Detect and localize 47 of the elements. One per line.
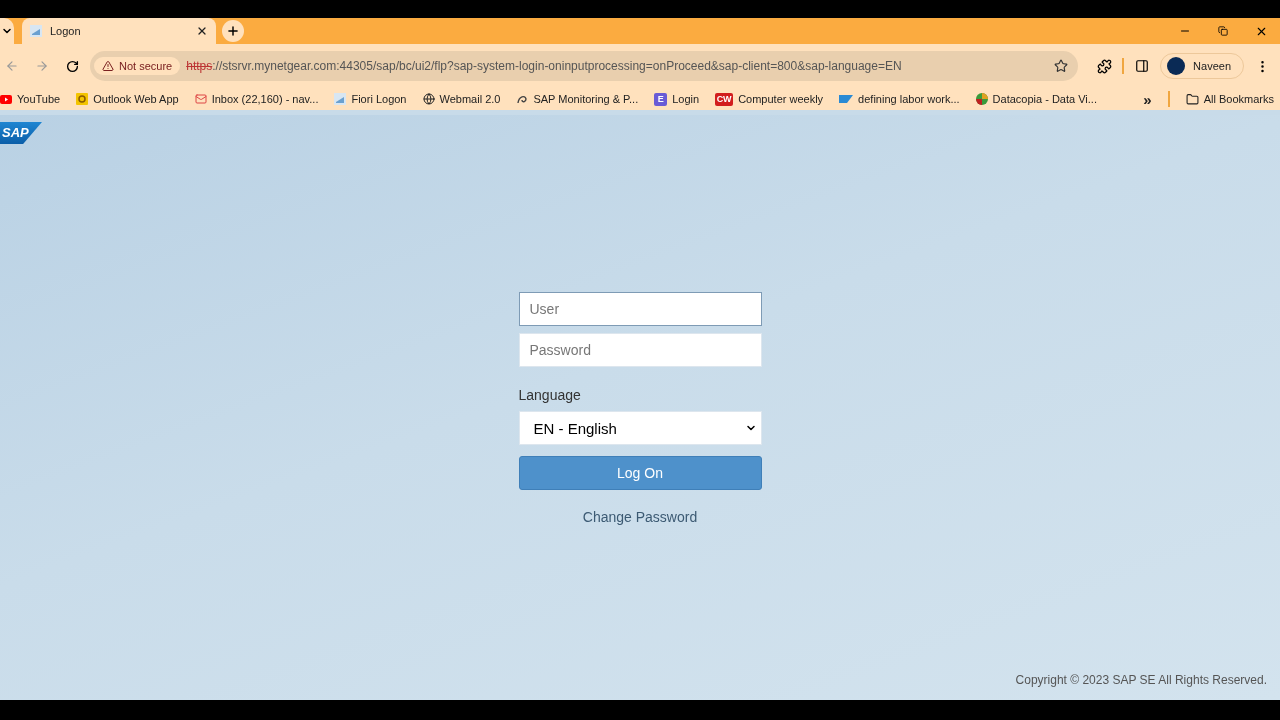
restore-icon[interactable] xyxy=(1218,26,1228,36)
security-chip[interactable]: Not secure xyxy=(94,57,181,75)
globe-icon xyxy=(422,93,435,105)
mail-icon xyxy=(194,93,207,105)
mail-app-icon xyxy=(76,93,89,105)
change-password-link[interactable]: Change Password xyxy=(518,509,762,525)
letter-icon: CW xyxy=(715,92,734,106)
user-field[interactable]: User xyxy=(518,292,762,326)
warning-icon xyxy=(102,60,114,72)
close-icon[interactable] xyxy=(196,25,208,37)
bookmark[interactable]: Outlook Web App xyxy=(76,93,179,105)
bookmark[interactable]: YouTube xyxy=(0,93,61,105)
circle-icon xyxy=(975,93,988,105)
tab-search-button[interactable] xyxy=(0,18,14,44)
logo: SAP xyxy=(0,122,42,144)
language-label: Language xyxy=(518,387,582,403)
puzzle-icon[interactable] xyxy=(1096,58,1112,74)
avatar-icon xyxy=(1167,57,1186,75)
page-icon xyxy=(334,93,347,105)
new-tab-button[interactable] xyxy=(222,20,244,42)
all-bookmarks-button[interactable]: All Bookmarks xyxy=(1185,92,1274,106)
password-field[interactable]: Password xyxy=(518,333,762,367)
play-icon xyxy=(0,94,12,104)
bookmark[interactable]: defining labor work... xyxy=(839,93,960,105)
bookmark[interactable]: E Login xyxy=(654,92,700,106)
side-panel-icon[interactable] xyxy=(1135,59,1150,73)
address-bar[interactable]: Not secure https://stsrvr.mynetgear.com:44305/sap/bc/ui2/flp?sap-system-login-oninputprocessing=onProceed&sap-client=800&sap-language=EN xyxy=(90,51,1079,81)
more-bookmarks-button[interactable]: » xyxy=(1143,90,1152,108)
swirl-icon xyxy=(516,93,529,105)
bookmark[interactable]: Inbox (22,160) - nav... xyxy=(194,93,319,105)
bookmark[interactable]: Webmail 2.0 xyxy=(422,93,501,105)
bookmark[interactable]: SAP Monitoring & P... xyxy=(516,93,639,105)
plus-icon xyxy=(226,24,240,38)
tab-title: Logon xyxy=(50,25,82,37)
reload-icon[interactable] xyxy=(65,59,79,73)
browser-tab[interactable]: Logon xyxy=(22,18,216,44)
star-icon[interactable] xyxy=(1054,59,1069,73)
bookmark[interactable]: Fiori Logon xyxy=(334,93,407,105)
page-icon xyxy=(30,25,42,37)
logo-icon xyxy=(839,95,854,103)
bookmark[interactable]: CW Computer weekly xyxy=(715,92,824,106)
folder-icon xyxy=(1185,92,1199,106)
letter-icon: E xyxy=(654,92,668,106)
language-dropdown[interactable]: EN - English xyxy=(518,411,762,445)
url-text: https://stsrvr.mynetgear.com:44305/sap/bc/ui2/flp?sap-system-login-oninputprocessing=onProceed&sap-client=800&sap-language=EN xyxy=(186,59,903,73)
copyright-text: Copyright © 2023 SAP SE All Rights Reserved. xyxy=(1015,673,1268,689)
bookmark[interactable]: Datacopia - Data Vi... xyxy=(975,93,1097,105)
